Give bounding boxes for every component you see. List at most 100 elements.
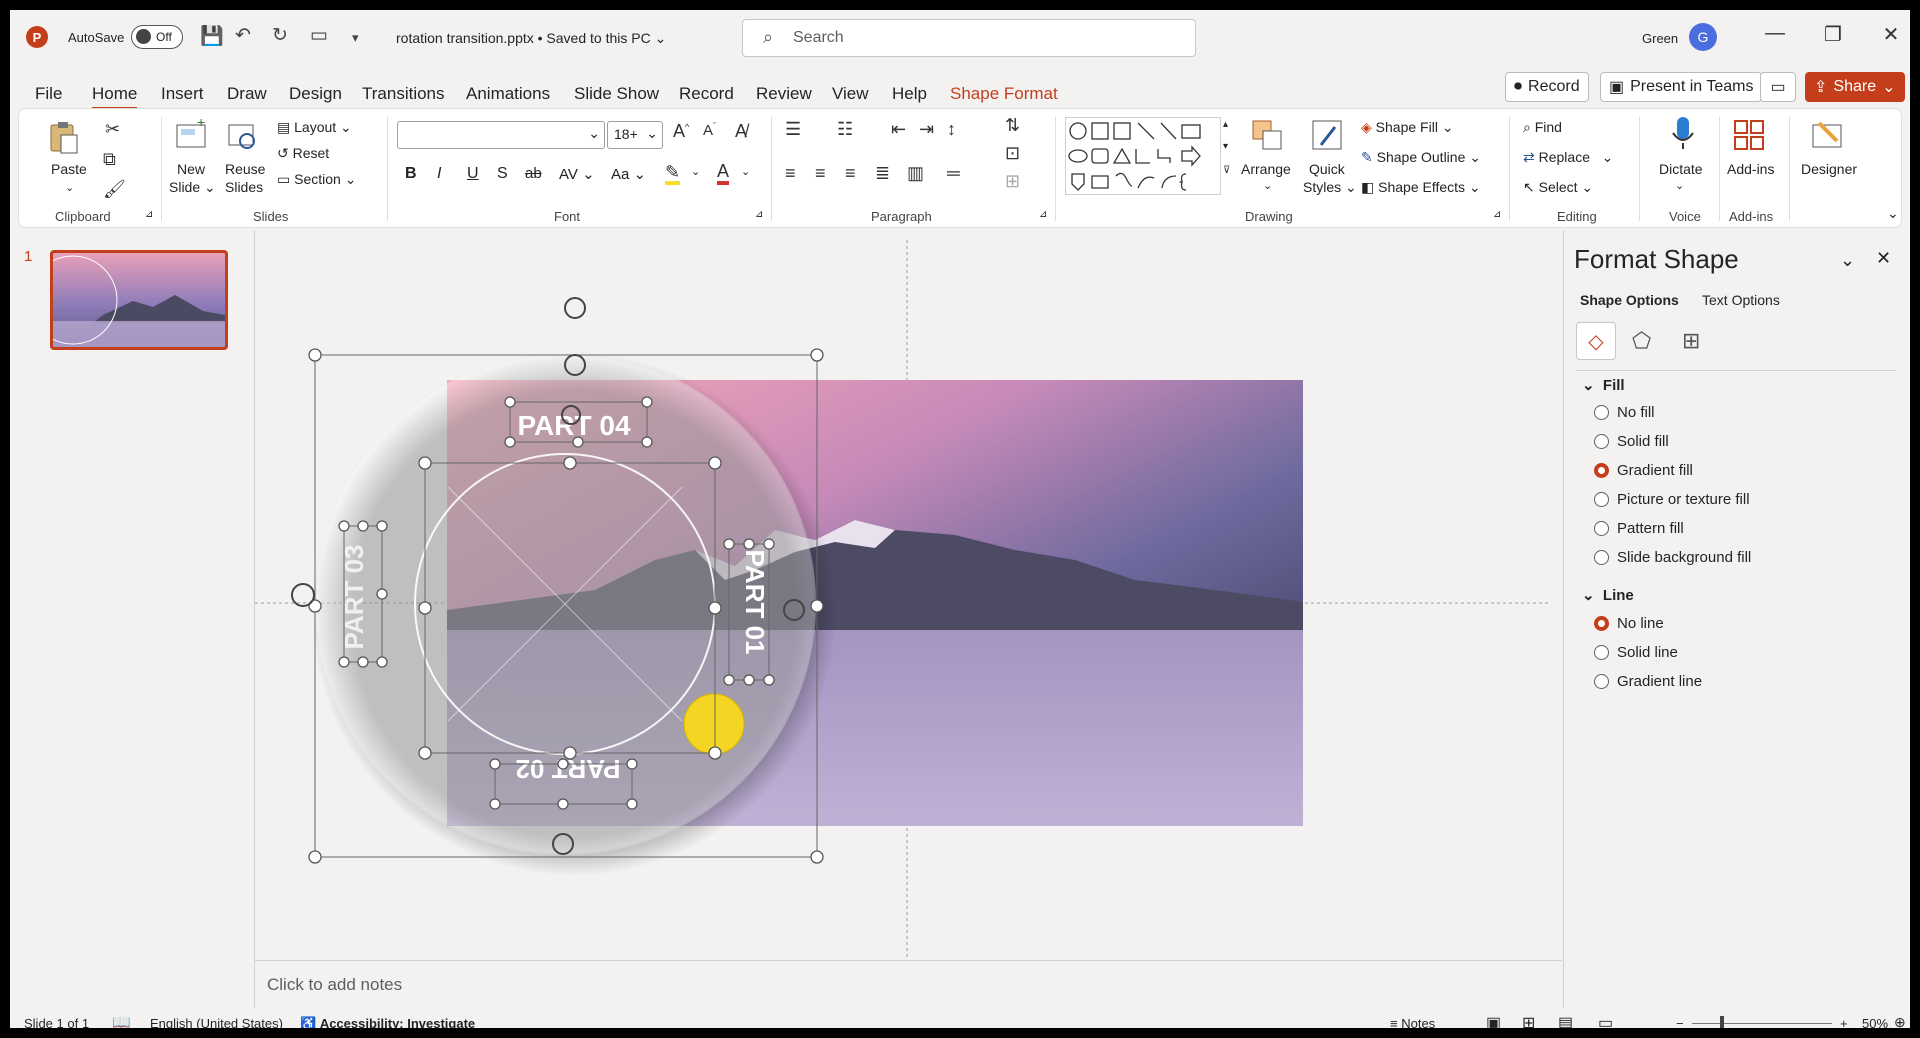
slide-background-fill-option[interactable]: Slide background fill (1594, 549, 1751, 566)
select-button[interactable]: ↖ Select ⌄ (1523, 179, 1593, 196)
justify-icon[interactable]: ≣ (875, 163, 890, 184)
add-ins-icon[interactable] (1731, 117, 1767, 153)
new-slide-icon[interactable]: + (173, 117, 209, 153)
restore-icon[interactable]: ❐ (1818, 22, 1848, 47)
font-color-icon[interactable]: A (717, 161, 730, 185)
shapes-gallery[interactable] (1065, 117, 1221, 195)
radio-pattern-fill[interactable] (1594, 521, 1609, 536)
character-spacing-button[interactable]: AV ⌄ (559, 165, 595, 183)
columns-icon[interactable]: ▥ (907, 163, 924, 184)
line-section-header[interactable]: ⌄ Line (1582, 586, 1634, 604)
radio-solid-line[interactable] (1594, 645, 1609, 660)
text-direction-icon[interactable]: ⇅ (1005, 115, 1020, 136)
align-center-icon[interactable]: ≡ (815, 163, 826, 184)
chevron-down-icon[interactable]: ⌄ (1675, 179, 1684, 192)
clear-formatting-icon[interactable]: A̸ (735, 121, 747, 142)
part-01-label[interactable]: PART 01 (740, 550, 770, 655)
autosave-toggle[interactable]: Off (131, 25, 183, 49)
chevron-down-icon[interactable]: ⌄ (691, 165, 700, 178)
dialog-launcher-icon[interactable]: ⊿ (1493, 209, 1501, 220)
search-box[interactable]: ⌕ Search (742, 19, 1196, 57)
slide-canvas[interactable]: PART 04 PART 03 PART 01 PART 02 (255, 230, 1562, 982)
designer-icon[interactable] (1809, 117, 1845, 153)
normal-view-icon[interactable]: ▣ (1486, 1013, 1501, 1028)
fill-section-header[interactable]: ⌄ Fill (1582, 376, 1625, 394)
solid-line-option[interactable]: Solid line (1594, 644, 1678, 661)
collapse-ribbon-icon[interactable]: ⌄ (1887, 205, 1899, 222)
gradient-fill-option[interactable]: Gradient fill (1594, 462, 1693, 479)
present-in-teams-button[interactable]: ▣ Present in Teams (1600, 72, 1763, 102)
shape-outline-button[interactable]: ✎ Shape Outline ⌄ (1361, 149, 1481, 166)
reuse-slides-label-2[interactable]: Slides (225, 179, 263, 195)
quick-styles-label-2[interactable]: Styles ⌄ (1303, 179, 1357, 196)
solid-fill-option[interactable]: Solid fill (1594, 433, 1669, 450)
shape-effects-button[interactable]: ◧ Shape Effects ⌄ (1361, 179, 1481, 196)
microphone-icon[interactable] (1665, 115, 1701, 151)
save-icon[interactable]: 💾 (200, 24, 224, 48)
line-spacing-icon[interactable]: ↕ (947, 119, 956, 140)
strikethrough-button[interactable]: ab (525, 165, 542, 182)
customize-toolbar-icon[interactable]: ▾ (352, 30, 359, 46)
avatar[interactable]: G (1689, 23, 1717, 51)
tab-shape-options[interactable]: Shape Options (1580, 292, 1679, 308)
zoom-slider-thumb[interactable] (1720, 1016, 1724, 1028)
dialog-launcher-icon[interactable]: ⊿ (145, 209, 153, 220)
pattern-fill-option[interactable]: Pattern fill (1594, 520, 1684, 537)
record-button[interactable]: ⏺ Record (1505, 72, 1589, 102)
radio-solid-fill[interactable] (1594, 434, 1609, 449)
language-status[interactable]: English (United States) (150, 1016, 283, 1028)
zoom-slider[interactable] (1692, 1023, 1832, 1024)
redo-icon[interactable]: ↻ (272, 24, 288, 47)
no-line-option[interactable]: No line (1594, 615, 1664, 632)
dictate-label[interactable]: Dictate (1659, 161, 1703, 177)
tab-transitions[interactable]: Transitions (362, 84, 445, 104)
quick-styles-icon[interactable] (1309, 117, 1345, 153)
slideshow-view-icon[interactable]: ▭ (1598, 1013, 1613, 1028)
fit-to-window-icon[interactable]: ⊕ (1894, 1014, 1906, 1028)
slide-sorter-icon[interactable]: ⊞ (1522, 1013, 1535, 1028)
paste-label[interactable]: Paste (51, 161, 87, 177)
tab-animations[interactable]: Animations (466, 84, 550, 104)
align-left-icon[interactable]: ≡ (785, 163, 796, 184)
picture-fill-option[interactable]: Picture or texture fill (1594, 491, 1750, 508)
bold-button[interactable]: B (405, 165, 417, 183)
tab-review[interactable]: Review (756, 84, 812, 104)
copy-icon[interactable]: ⧉ (103, 149, 116, 170)
add-ins-button-label[interactable]: Add-ins (1727, 161, 1774, 177)
tab-file[interactable]: File (35, 84, 62, 104)
document-title[interactable]: rotation transition.pptx • Saved to this… (396, 30, 666, 47)
align-text-icon[interactable]: ⊡ (1005, 143, 1020, 164)
tab-insert[interactable]: Insert (161, 84, 204, 104)
slide-thumbnail[interactable] (50, 250, 228, 350)
chevron-down-icon[interactable]: ⌄ (741, 165, 750, 178)
font-size-combo[interactable]: 18+ ⌄ (607, 121, 663, 149)
tab-design[interactable]: Design (289, 84, 342, 104)
spell-check-icon[interactable]: 📖 (112, 1013, 131, 1028)
undo-icon[interactable]: ↶ (235, 24, 251, 47)
distributed-icon[interactable]: ═ (947, 163, 960, 184)
reset-button[interactable]: ↺ Reset (277, 145, 329, 162)
comments-button[interactable]: ▭ (1760, 72, 1796, 102)
tab-help[interactable]: Help (892, 84, 927, 104)
tab-view[interactable]: View (832, 84, 869, 104)
tab-slide-show[interactable]: Slide Show (574, 84, 659, 104)
font-name-combo[interactable]: ⌄ (397, 121, 605, 149)
tab-draw[interactable]: Draw (227, 84, 267, 104)
fill-line-icon[interactable]: ◇ (1576, 322, 1616, 360)
zoom-in-icon[interactable]: + (1840, 1016, 1848, 1028)
section-button[interactable]: ▭ Section ⌄ (277, 171, 356, 188)
new-slide-label-1[interactable]: New (177, 161, 205, 177)
gallery-up-icon[interactable]: ▴ (1223, 119, 1228, 130)
radio-slide-background-fill[interactable] (1594, 550, 1609, 565)
dialog-launcher-icon[interactable]: ⊿ (755, 209, 763, 220)
align-right-icon[interactable]: ≡ (845, 163, 856, 184)
shadow-button[interactable]: S (497, 165, 508, 183)
radio-gradient-line[interactable] (1594, 674, 1609, 689)
tab-home[interactable]: Home (92, 84, 138, 110)
share-button[interactable]: ⇪ Share ⌄ (1805, 72, 1905, 102)
increase-font-size-icon[interactable]: A^ (673, 121, 689, 142)
format-painter-icon[interactable]: 🖌 (103, 179, 126, 200)
underline-button[interactable]: U (467, 165, 479, 183)
radio-gradient-fill[interactable] (1594, 463, 1609, 478)
slide-editing-area[interactable]: PART 04 PART 03 PART 01 PART 02 (255, 230, 1562, 982)
